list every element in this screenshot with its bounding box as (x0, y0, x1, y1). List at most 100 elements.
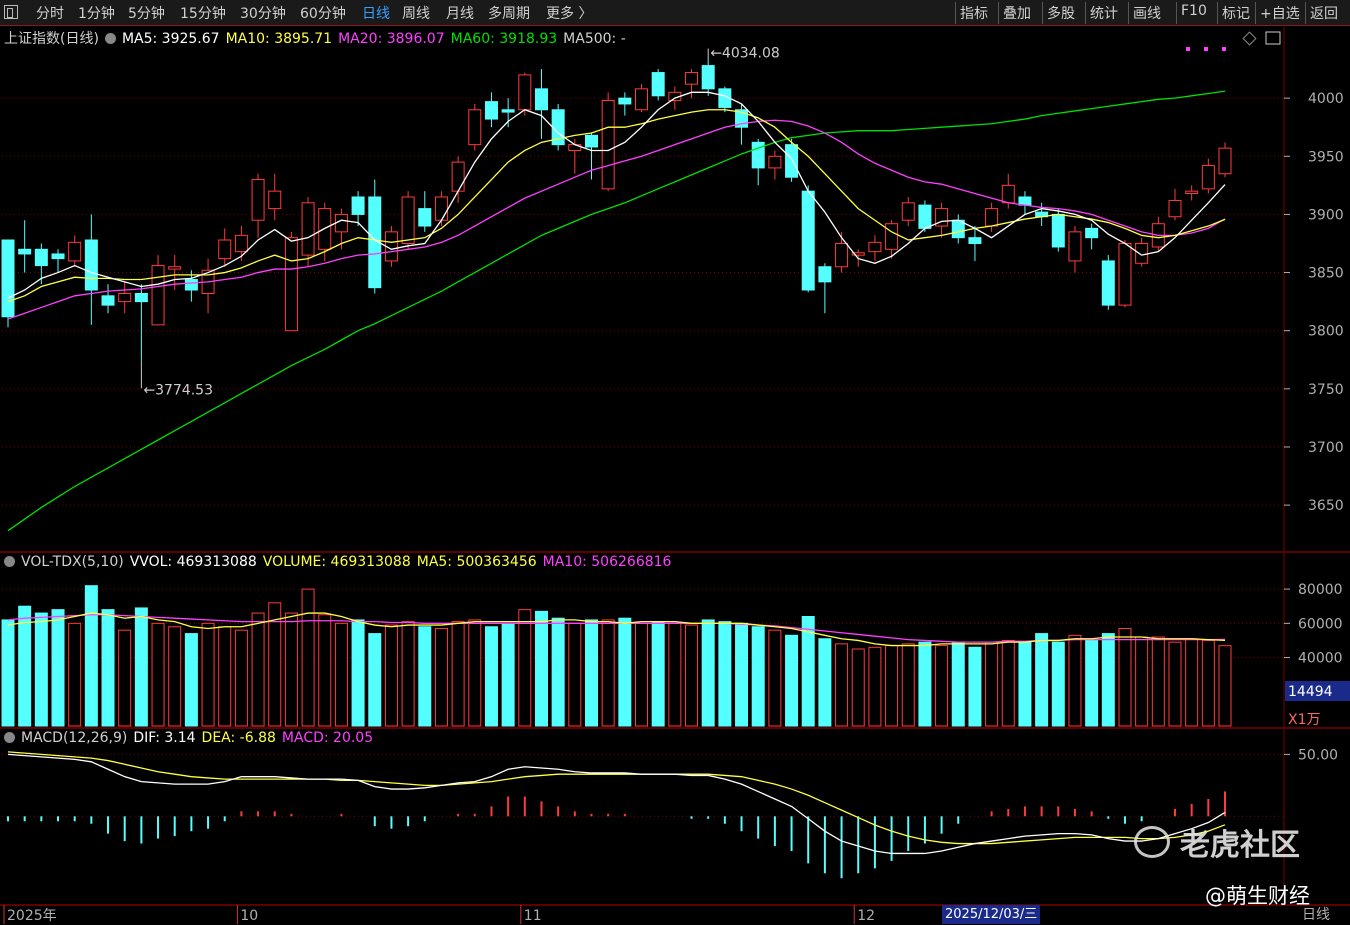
vol-title: VOL-TDX(5,10) (21, 554, 124, 570)
volume-bar (434, 627, 448, 727)
volume-bar (1068, 634, 1082, 727)
volume-bar (935, 645, 949, 727)
candle-body (51, 253, 65, 260)
current-date-label: 2025/12/03/三 (942, 905, 1041, 924)
volume-bar (1201, 639, 1215, 727)
candle-body (1118, 242, 1132, 306)
candle-body (651, 72, 665, 97)
settings-icon[interactable] (104, 33, 116, 44)
volume-bar (751, 626, 765, 727)
vol-tick-label: 60000 (1298, 616, 1343, 632)
y-tick-label: 3850 (1308, 266, 1344, 282)
ma5-value: MA5: 3925.67 (121, 31, 220, 47)
y-tick-label: 3750 (1308, 382, 1344, 398)
volume-bar (151, 622, 165, 727)
legend-dot (1222, 47, 1226, 51)
candle-body (618, 97, 632, 105)
volume-bar (84, 585, 98, 727)
ma60-value: MA60: 3918.93 (450, 31, 558, 47)
volume-bar (835, 643, 849, 727)
candle-body (518, 74, 532, 111)
vol-tick-label: 40000 (1298, 651, 1343, 667)
macd-title: MACD(12,26,9) (21, 730, 128, 746)
volume-bar (118, 629, 132, 727)
candle-body (401, 196, 415, 244)
volume-bar (1, 619, 15, 727)
volume-bar (701, 619, 715, 727)
candle-body (184, 279, 198, 291)
main-title: 上证指数(日线) (4, 31, 99, 47)
candle-body (168, 266, 182, 270)
candle-body (901, 202, 915, 221)
volume-bar (418, 626, 432, 727)
candle-body (701, 65, 715, 90)
volume-bar (51, 609, 65, 727)
candle-body (451, 161, 465, 192)
dif-value: DIF: 3.14 (133, 730, 196, 746)
legend-dot (1204, 47, 1208, 51)
ma5-line (7, 91, 1226, 299)
candle-body (1001, 184, 1015, 204)
volume-bar (1185, 638, 1199, 727)
candle-body (885, 223, 899, 250)
candle-body (434, 196, 448, 221)
volume-bar (218, 626, 232, 727)
volume-bar (985, 641, 999, 727)
volume-bar (901, 643, 915, 727)
volume-bar (1018, 641, 1032, 727)
volume-bar (368, 633, 382, 727)
volume-bar (201, 622, 215, 727)
volume-bar (484, 626, 498, 727)
candle-body (768, 155, 782, 169)
candle-body (1135, 242, 1149, 264)
vol-ma5-value: MA5: 500363456 (416, 554, 537, 570)
x-axis-label: 12 (857, 908, 875, 924)
candle-body (968, 237, 982, 244)
volume-bar (501, 622, 515, 727)
volume-bar (251, 612, 265, 727)
candle-body (118, 292, 132, 303)
candle-body (284, 237, 298, 332)
ma500-value: MA500: - (563, 31, 626, 47)
volume-bar (468, 619, 482, 727)
candle-body (301, 202, 315, 256)
candle-body (251, 179, 265, 221)
candle-body (534, 88, 548, 111)
candle-body (1185, 190, 1199, 194)
volume-bar (885, 645, 899, 727)
watermark-text: 老虎社区 (1180, 828, 1300, 863)
candle-body (34, 248, 48, 267)
candle-body (1101, 260, 1115, 306)
volume-bar (668, 622, 682, 727)
volume-bar (785, 634, 799, 727)
candle-body (484, 101, 498, 120)
volume-bar (168, 626, 182, 727)
candle-body (985, 208, 999, 227)
candle-body (1, 239, 15, 318)
volume-bar (518, 609, 532, 727)
ma20-value: MA20: 3896.07 (338, 31, 445, 47)
macd-settings-icon[interactable] (4, 732, 15, 743)
vol-settings-icon[interactable] (4, 556, 15, 567)
vol-legend: VOL-TDX(5,10) VVOL: 469313088 VOLUME: 4693… (4, 554, 677, 570)
candle-body (868, 241, 882, 253)
x-axis-label: 2025年 (7, 908, 57, 924)
candle-body (351, 196, 365, 215)
x-axis-label: 10 (240, 908, 258, 924)
volume-bar (718, 621, 732, 727)
volume-bar (34, 612, 48, 727)
candle-body (84, 239, 98, 291)
candle-body (234, 234, 248, 253)
candle-body (1168, 199, 1182, 218)
volume-bar (1085, 639, 1099, 727)
volume-bar (534, 610, 548, 727)
candle-body (1218, 147, 1232, 175)
volume-bar (1118, 627, 1132, 727)
candle-body (468, 109, 482, 146)
volume-bar (1035, 633, 1049, 727)
candle-body (418, 208, 432, 227)
volume-bar (401, 621, 415, 727)
candle-body (1051, 213, 1065, 248)
volume-bar (234, 629, 248, 727)
chart-canvas[interactable]: 4000 3950 3900 3850 3800 3750 3700 3650 ←3774.53… (0, 0, 1350, 925)
